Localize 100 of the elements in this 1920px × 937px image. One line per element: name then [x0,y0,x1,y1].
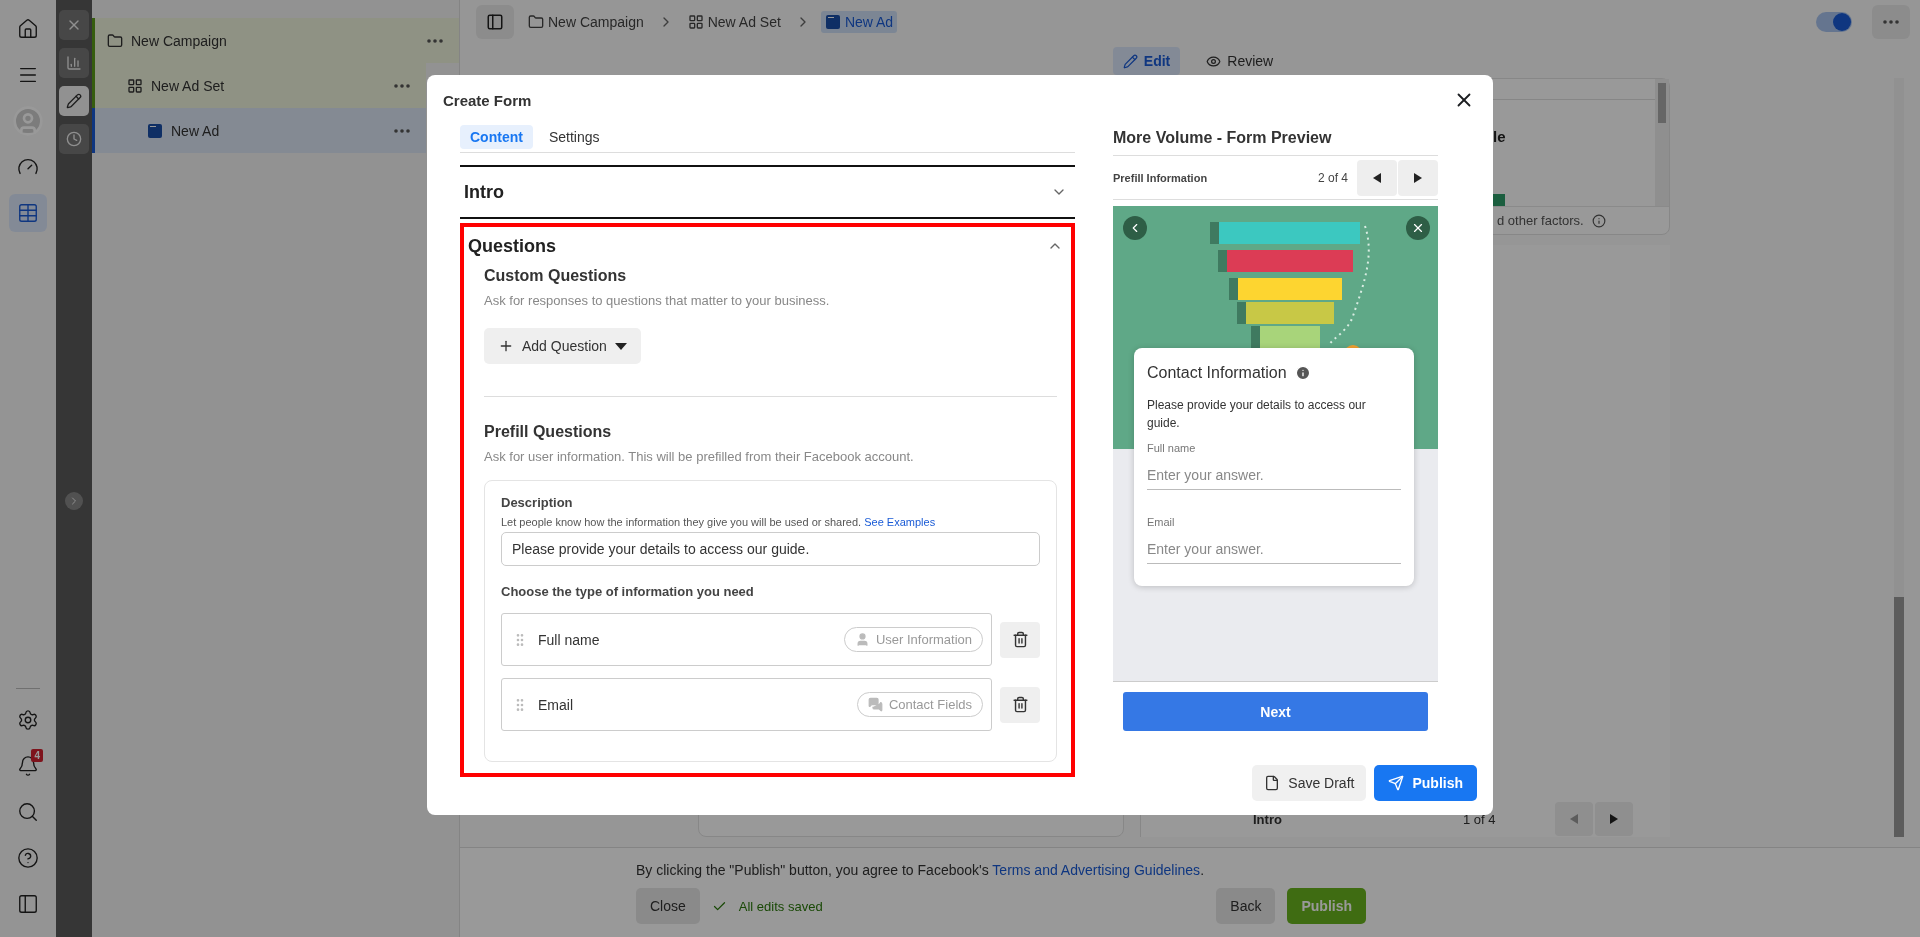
settings-icon [17,709,39,731]
field-label: Description [501,495,574,510]
more-icon[interactable] [394,83,410,88]
step-label: Intro [1253,811,1283,827]
publish-button[interactable]: Publish [1374,765,1477,801]
trash-icon [1011,696,1029,713]
caret-icon [614,342,627,350]
step-label: Prefill Information [1113,171,1209,184]
bar-chart-icon [66,55,82,71]
section-description: Ask for responses to questions that matter to your business. [484,293,831,308]
form-card-text: Please provide your details to access our guide. [1147,397,1367,432]
pencil-icon [1122,53,1138,69]
caret-right-icon [1610,814,1618,824]
view-tab[interactable]: Edit [1112,47,1181,75]
tree-item-label: New Ad Set [151,77,226,94]
help-icon [17,847,39,869]
next-button[interactable]: Next [1123,692,1428,731]
close-button[interactable]: Close [636,888,700,924]
breadcrumb-link[interactable]: New Campaign [524,11,648,33]
scrollbar[interactable] [1894,78,1904,837]
delete-button[interactable] [1000,621,1040,658]
progress-chip [1493,194,1505,206]
tree-item-label: New Ad [171,122,221,139]
step-counter: 2 of 4 [1317,170,1348,185]
card-heading: le [1493,128,1506,145]
next-button[interactable] [1595,802,1633,836]
info-icon[interactable] [1591,213,1606,228]
plus-icon [498,338,514,354]
grid-icon [687,14,704,30]
person-icon [854,632,870,647]
add-question-button[interactable]: Add Question [484,328,641,364]
tree-item[interactable]: New Ad Set [92,63,426,108]
folder-icon [528,14,544,30]
question-label: Full name [538,631,601,648]
caret-right-icon [1414,172,1422,183]
panel-icon [17,893,39,915]
scrollbar[interactable] [1655,79,1669,206]
close-icon [1411,221,1425,235]
form-card-title: Contact Information [1147,364,1287,382]
back-button[interactable]: Back [1216,888,1276,924]
eye-icon [1206,53,1222,69]
more-icon[interactable] [394,128,410,133]
document-icon [1264,775,1281,791]
dialog-title: Create Form [443,91,532,109]
question-row[interactable]: Full name User Information [501,613,992,666]
pencil-button[interactable] [59,86,89,116]
section-title: Custom Questions [484,267,628,285]
tree-item-label: New Campaign [131,32,228,49]
section-title: Prefill Questions [484,423,613,441]
trash-icon [1011,631,1029,648]
terms-notice: By clicking the "Publish" button, you agree to Facebook's Terms and Advertising Guidelines. [636,862,1205,878]
breadcrumb-link[interactable]: New Ad Set [683,11,785,33]
delete-button[interactable] [1000,686,1040,723]
notification-badge: 4 [31,749,43,762]
examples-link[interactable]: See Examples [864,516,936,528]
tab[interactable]: Content [460,125,533,149]
save-draft-button[interactable]: Save Draft [1252,765,1367,801]
ad-icon [147,122,163,139]
more-icon [1883,20,1899,24]
save-status: All edits saved [738,898,824,914]
section-header[interactable]: Intro [460,167,1075,217]
view-tab[interactable]: Review [1196,47,1284,75]
tab[interactable]: Settings [538,125,610,149]
question-row[interactable]: Email Contact Fields [501,678,992,731]
previous-button[interactable] [1357,159,1397,196]
table-icon [17,202,39,224]
bar-chart-button[interactable] [59,48,89,78]
send-icon [1388,775,1405,791]
description-field[interactable]: Please provide your details to access our guide. [501,532,1040,566]
expand-button[interactable] [65,492,83,510]
step-counter: 1 of 4 [1463,811,1497,827]
question-label: Email [538,696,574,713]
note-text: d other factors. [1497,213,1584,228]
home-icon [17,18,39,40]
toggle-switch[interactable] [1816,12,1852,32]
field-label: Full name [1147,442,1197,454]
pencil-icon [66,93,82,109]
caret-left-icon [1373,172,1381,183]
preview-title: More Volume - Form Preview [1113,125,1438,156]
next-button[interactable] [1398,159,1438,196]
help-text: Let people know how the information they give you will be used or shared. See Examples [501,516,937,528]
grid-icon [127,77,143,94]
tree-item[interactable]: New Ad [92,108,426,153]
clock-button[interactable] [59,124,89,154]
table-button[interactable] [9,194,47,232]
section-header[interactable]: Questions [464,227,1071,265]
caret-left-icon [1570,814,1578,824]
breadcrumb-link[interactable]: New Ad [820,11,898,33]
folder-icon [107,32,123,49]
ad-icon [824,14,841,30]
field-label: Email [1147,516,1176,528]
bell-button[interactable]: 4 [9,747,47,785]
search-icon [17,801,39,823]
panel-icon [486,13,504,31]
tree-item[interactable]: New Campaign [92,18,459,63]
sidebar-toggle-button[interactable] [476,5,514,39]
section-description: Ask for user information. This will be prefilled from their Facebook account. [484,449,915,464]
field-label: Choose the type of information you need [501,584,755,599]
more-icon[interactable] [427,38,443,43]
chat-icon [867,697,883,712]
